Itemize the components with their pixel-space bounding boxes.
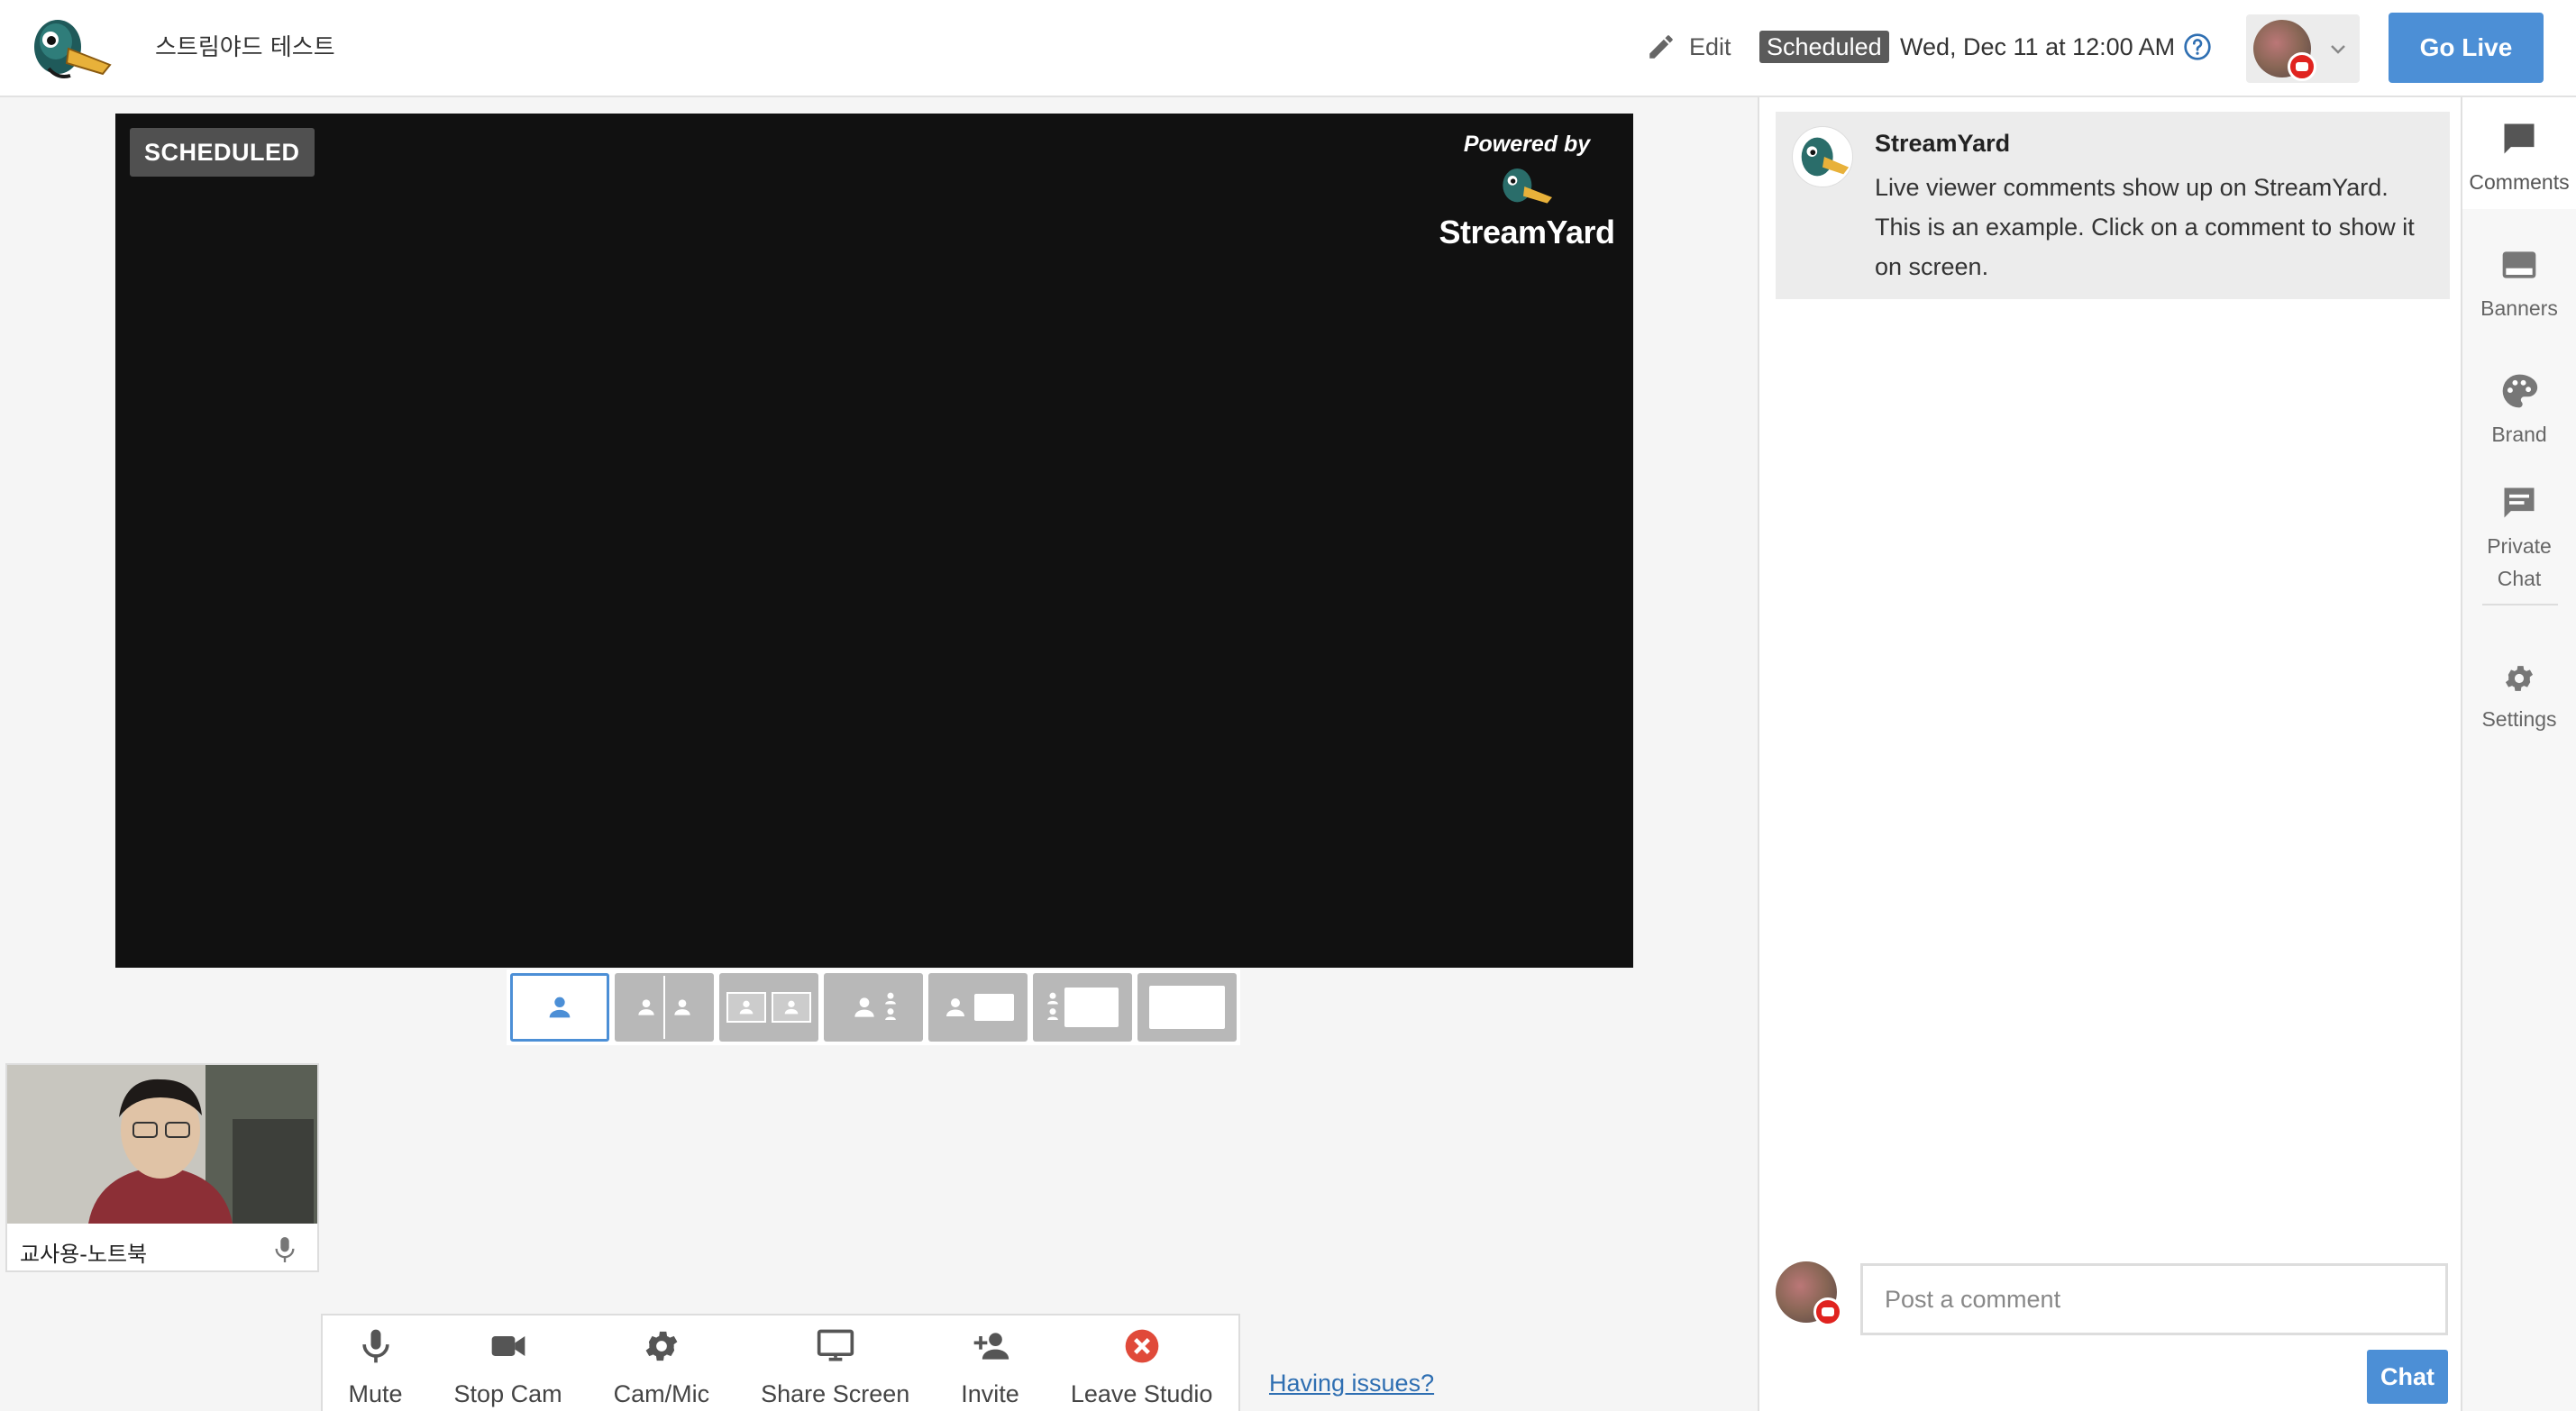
avatar [1776,1261,1842,1326]
rail-comments[interactable]: Comments [2462,97,2576,209]
camera-preview-video [7,1065,317,1224]
participant-name: 교사용-노트북 [20,1242,148,1267]
mic-icon [361,1329,389,1363]
invite-button[interactable]: Invite [961,1326,1019,1408]
layout-group-button[interactable] [719,973,818,1042]
powered-by-watermark: Powered by StreamYard [1437,132,1617,251]
powered-by-label: Powered by [1463,132,1591,157]
leave-studio-label: Leave Studio [1070,1380,1213,1407]
monitor-icon [817,1329,854,1361]
go-live-button[interactable]: Go Live [2389,13,2544,83]
person-icon [854,997,874,1017]
schedule-date: Wed, Dec 11 at 12:00 AM [1900,33,2176,60]
edit-label: Edit [1689,32,1731,60]
youtube-icon [2288,52,2316,81]
person-icon [674,999,690,1015]
mute-label: Mute [348,1380,403,1407]
comment-input[interactable] [1860,1263,2448,1335]
person-small-icon [1047,992,1058,1020]
rail-banners-label: Banners [2480,296,2558,320]
stop-cam-label: Stop Cam [453,1380,562,1407]
comment-author: StreamYard [1875,130,2011,157]
rail-settings-label: Settings [2481,707,2557,731]
having-issues-link[interactable]: Having issues? [1269,1370,1434,1397]
share-screen-label: Share Screen [761,1380,910,1407]
layout-solo-button[interactable] [510,973,609,1042]
person-icon [739,1000,754,1015]
banner-icon [2502,251,2536,278]
brand-name: StreamYard [1439,214,1615,250]
help-circle-icon[interactable] [2183,32,2212,61]
comment-item[interactable]: StreamYard Live viewer comments show up … [1776,112,2450,299]
settings-icon [2505,666,2534,691]
person-icon [784,1000,799,1015]
camera-icon [491,1336,525,1356]
person-small-icon [885,992,896,1020]
layout-leader-button[interactable] [824,973,923,1042]
status-badge: Scheduled [1759,31,1889,63]
duck-logo-icon[interactable] [31,11,114,86]
rail-brand[interactable]: Brand [2462,371,2576,451]
studio-title[interactable]: 스트림야드 테스트 [155,29,335,62]
person-icon [946,998,964,1016]
comments-panel: StreamYard Live viewer comments show up … [1758,97,2461,1411]
layout-thin-button[interactable] [928,973,1028,1042]
invite-label: Invite [961,1380,1019,1407]
top-header: 스트림야드 테스트 Edit Scheduled Wed, Dec 11 at … [0,0,2576,97]
comment-icon [2504,123,2535,154]
layout-picker [507,969,1240,1045]
rail-settings[interactable]: Settings [2462,661,2576,735]
gear-icon [645,1331,678,1361]
leave-studio-button[interactable]: Leave Studio [1070,1326,1213,1408]
chevron-down-icon [2331,45,2345,54]
layout-news-button[interactable] [1033,973,1132,1042]
avatar [1792,126,1853,187]
person-icon [638,999,654,1015]
rail-banners[interactable]: Banners [2462,245,2576,324]
layout-cropped-button[interactable] [615,973,714,1042]
stage-status-badge: SCHEDULED [130,128,315,177]
person-icon [549,997,571,1018]
stop-cam-button[interactable]: Stop Cam [454,1326,562,1408]
mic-icon [275,1237,295,1262]
account-dropdown[interactable] [2246,14,2360,83]
palette-icon [2502,374,2538,408]
close-circle-icon [1125,1329,1158,1363]
layout-fullscreen-button[interactable] [1137,973,1237,1042]
pencil-icon [1649,35,1673,59]
studio-toolbar: Mute Stop Cam Cam/Mic Share Screen Invit… [321,1314,1240,1411]
chat-button[interactable]: Chat [2367,1350,2448,1404]
rail-private-chat-label: Private Chat [2487,534,2552,590]
camera-preview-tile[interactable]: 교사용-노트북 [5,1063,319,1272]
share-screen-button[interactable]: Share Screen [761,1326,909,1408]
duck-logo-icon [1801,137,1850,177]
side-rail: Comments Banners Brand Private Chat Sett… [2461,97,2576,1411]
rail-comments-label: Comments [2469,170,2570,194]
cam-mic-button[interactable]: Cam/Mic [613,1326,710,1408]
duck-logo-icon [1503,168,1552,204]
rail-brand-label: Brand [2491,423,2547,446]
rail-divider [2482,604,2558,605]
mute-button[interactable]: Mute [349,1326,403,1408]
cam-mic-label: Cam/Mic [613,1380,710,1407]
comment-text: Live viewer comments show up on StreamYa… [1875,174,2415,280]
person-video-image [7,1065,317,1224]
avatar [2253,20,2316,81]
edit-button[interactable]: Edit [1646,27,1731,67]
person-add-icon [973,1333,1009,1360]
youtube-icon [1813,1297,1842,1326]
broadcast-stage[interactable]: SCHEDULED Powered by StreamYard [115,114,1633,968]
private-chat-icon [2504,487,2535,518]
rail-private-chat[interactable]: Private Chat [2462,483,2576,595]
